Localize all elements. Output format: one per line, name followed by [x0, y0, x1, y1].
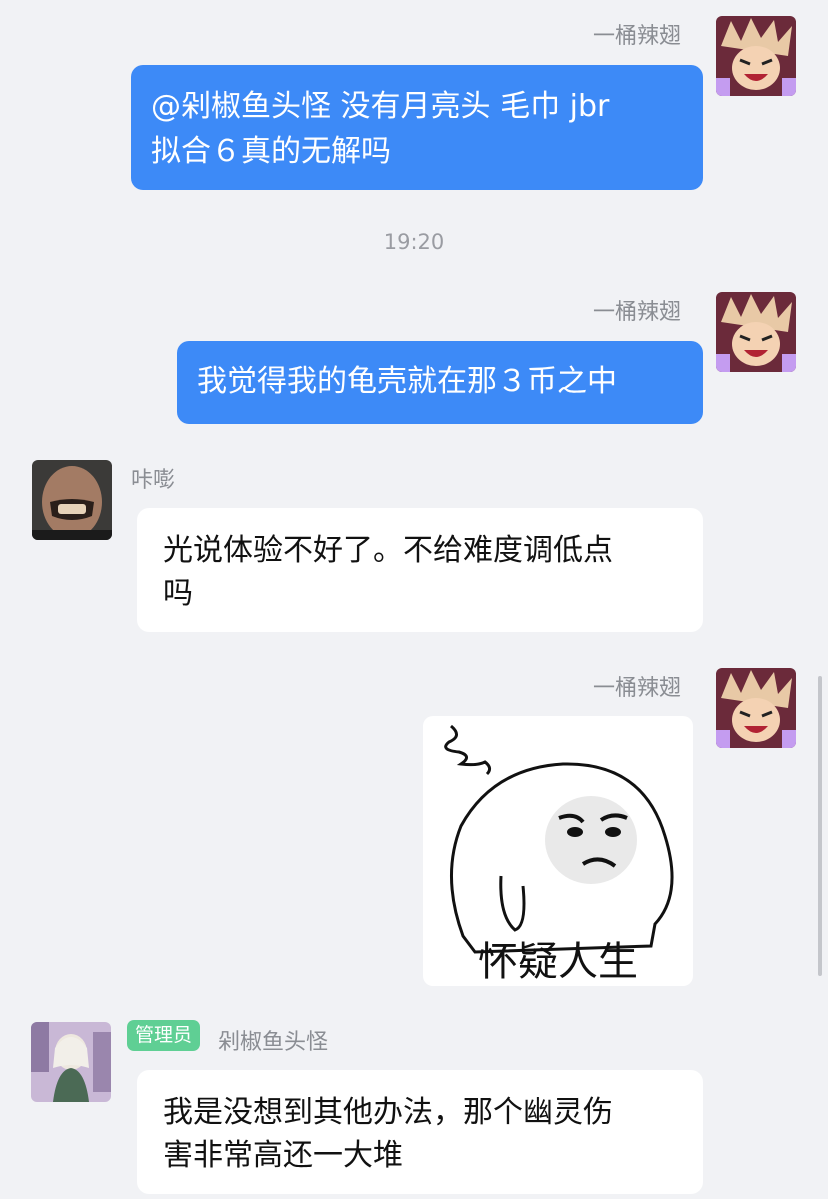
illustration-avatar-icon[interactable] [31, 1022, 111, 1102]
sender-name: 一桶辣翅 [593, 24, 682, 49]
sender-name: 剁椒鱼头怪 [218, 1030, 329, 1055]
anime-avatar-icon[interactable] [716, 668, 796, 748]
admin-badge: 管理员 [127, 1020, 201, 1051]
message-line: 拟合６真的无解吗 [151, 134, 391, 169]
timestamp: 19:20 [383, 230, 445, 254]
message-bubble[interactable]: @剁椒鱼头怪 没有月亮头 毛巾 jbr 拟合６真的无解吗 [131, 65, 703, 190]
message-line: 我是没想到其他办法，那个幽灵伤 [163, 1095, 613, 1130]
anime-avatar-icon[interactable] [716, 292, 796, 372]
message-line: 吗 [163, 576, 193, 611]
sender-name: 一桶辣翅 [593, 676, 682, 701]
scrollbar[interactable] [818, 676, 822, 976]
sticker-image[interactable]: 怀疑人生 [423, 716, 693, 986]
anime-avatar-icon[interactable] [716, 16, 796, 96]
message-line: @剁椒鱼头怪 没有月亮头 毛巾 jbr [151, 89, 610, 124]
portrait-avatar-icon[interactable] [32, 460, 112, 540]
sticker-caption: 怀疑人生 [478, 939, 638, 985]
message-line: 我觉得我的龟壳就在那３币之中 [197, 364, 617, 399]
message-bubble[interactable]: 我是没想到其他办法，那个幽灵伤 害非常高还一大堆 [137, 1070, 703, 1194]
sender-name: 咔嘭 [131, 468, 176, 493]
message-bubble[interactable]: 光说体验不好了。不给难度调低点 吗 [137, 508, 703, 632]
sender-name: 一桶辣翅 [593, 300, 682, 325]
message-line: 光说体验不好了。不给难度调低点 [163, 533, 613, 568]
message-line: 害非常高还一大堆 [163, 1138, 403, 1173]
message-bubble[interactable]: 我觉得我的龟壳就在那３币之中 [177, 341, 703, 424]
